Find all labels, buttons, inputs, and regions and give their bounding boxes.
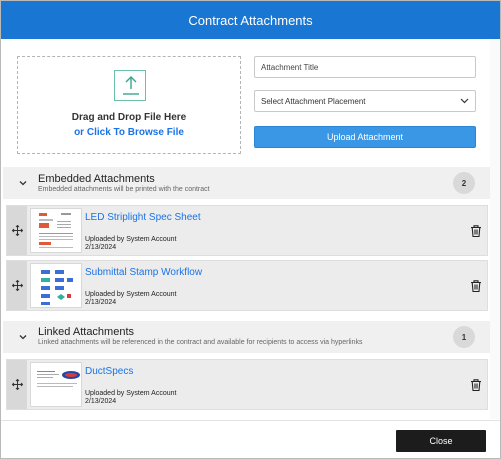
attachment-card: LED Striplight Spec Sheet Uploaded by Sy… [6, 205, 488, 256]
attachment-card: Submittal Stamp Workflow Uploaded by Sys… [6, 260, 488, 311]
attachment-date: 2/13/2024 [85, 244, 117, 251]
embedded-section-header[interactable]: Embedded Attachments Embedded attachment… [3, 167, 490, 199]
modal-title: Contract Attachments [188, 12, 313, 28]
attachment-uploaded-by: Uploaded by System Account [85, 236, 177, 243]
chevron-down-icon[interactable] [17, 331, 29, 343]
linked-section-title: Linked Attachments [38, 326, 135, 338]
attachment-uploaded-by: Uploaded by System Account [85, 390, 177, 397]
attachment-placement-select[interactable]: Select Attachment Placement [254, 90, 476, 112]
close-button[interactable]: Close [396, 430, 486, 452]
chevron-down-icon[interactable] [17, 177, 29, 189]
chevron-down-icon [460, 98, 469, 104]
attachment-date: 2/13/2024 [85, 398, 117, 405]
trash-icon[interactable] [469, 378, 483, 392]
attachment-title-link[interactable]: Submittal Stamp Workflow [85, 267, 202, 278]
scroll-track[interactable] [490, 39, 500, 419]
attachment-date: 2/13/2024 [85, 299, 117, 306]
linked-count-badge: 1 [453, 326, 475, 348]
trash-icon[interactable] [469, 279, 483, 293]
linked-section-header[interactable]: Linked Attachments Linked attachments wi… [3, 321, 490, 353]
footer-divider [1, 420, 500, 421]
file-dropzone[interactable]: Drag and Drop File Here or Click To Brow… [17, 56, 241, 154]
drag-handle-icon[interactable] [7, 360, 27, 409]
attachment-title-link[interactable]: DuctSpecs [85, 366, 133, 377]
drag-handle-icon[interactable] [7, 261, 27, 310]
embedded-section-description: Embedded attachments will be printed wit… [38, 186, 210, 193]
contract-attachments-modal: Contract Attachments Drag and Drop File … [0, 0, 501, 459]
upload-icon [114, 70, 146, 101]
dropzone-instruction: Drag and Drop File Here [71, 112, 187, 123]
document-thumbnail[interactable] [30, 362, 82, 407]
embedded-count-badge: 2 [453, 172, 475, 194]
attachment-uploaded-by: Uploaded by System Account [85, 291, 177, 298]
browse-file-link[interactable]: or Click To Browse File [18, 127, 240, 138]
attachment-title-link[interactable]: LED Striplight Spec Sheet [85, 212, 201, 223]
attachment-title-input[interactable] [254, 56, 476, 78]
upload-attachment-button[interactable]: Upload Attachment [254, 126, 476, 148]
embedded-section-title: Embedded Attachments [38, 173, 155, 185]
drag-handle-icon[interactable] [7, 206, 27, 255]
document-thumbnail[interactable] [30, 208, 82, 253]
linked-section-description: Linked attachments will be referenced in… [38, 339, 363, 346]
trash-icon[interactable] [469, 224, 483, 238]
modal-header: Contract Attachments [1, 1, 500, 39]
attachment-card: DuctSpecs Uploaded by System Account 2/1… [6, 359, 488, 410]
placement-selected-value: Select Attachment Placement [261, 96, 366, 106]
document-thumbnail[interactable] [30, 263, 82, 308]
